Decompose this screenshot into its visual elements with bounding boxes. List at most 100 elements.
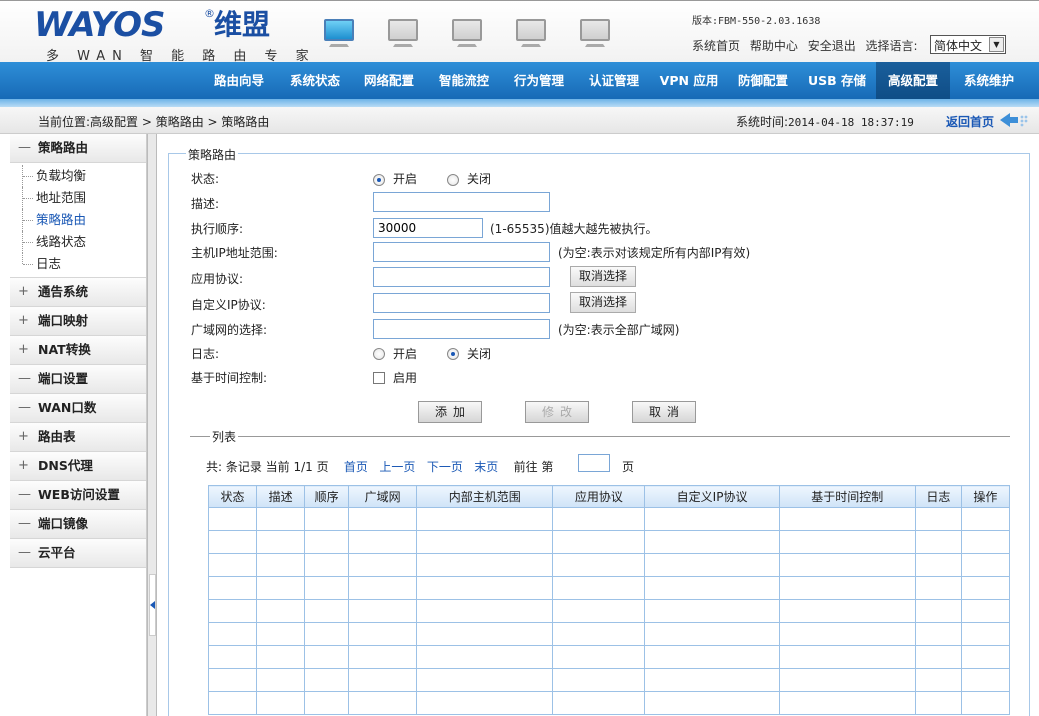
nav-item-system-maintenance[interactable]: 系统维护 — [950, 62, 1028, 99]
sidebar-section-label: 策略路由 — [38, 140, 89, 155]
prev-page-link[interactable]: 上一页 — [379, 460, 415, 474]
status-on-label: 开启 — [393, 172, 418, 186]
sidebar-section-policy-route[interactable]: — 策略路由 — [10, 134, 146, 163]
return-home-link[interactable]: 返回首页 — [946, 113, 994, 130]
order-hint: (1-65535)值越大越先被执行。 — [490, 222, 658, 236]
help-center-link[interactable]: 帮助中心 — [750, 39, 798, 53]
custom-protocol-input[interactable] — [373, 293, 550, 313]
monitor-icon[interactable] — [578, 19, 612, 51]
goto-label: 前往 第 — [513, 460, 554, 474]
sidebar-item-label: 线路状态 — [36, 234, 87, 249]
monitor-icon[interactable] — [514, 19, 548, 51]
last-page-link[interactable]: 末页 — [474, 460, 498, 474]
monitor-icon[interactable] — [450, 19, 484, 51]
nav-item-usb-storage[interactable]: USB 存储 — [800, 62, 874, 99]
left-edge — [0, 134, 10, 716]
sidebar-item-line-status[interactable]: 线路状态 — [10, 231, 146, 253]
nav-item-behavior-management[interactable]: 行为管理 — [502, 62, 576, 99]
order-input[interactable] — [373, 218, 483, 238]
dropdown-arrow-icon[interactable]: ▼ — [989, 37, 1004, 52]
nav-item-advanced-config[interactable]: 高级配置 — [876, 62, 950, 99]
column-header: 日志 — [914, 485, 962, 508]
description-input[interactable] — [373, 192, 550, 212]
language-select[interactable]: 简体中文 ▼ — [930, 35, 1006, 54]
sidebar-item-address-range[interactable]: 地址范围 — [10, 187, 146, 209]
monitor-icon[interactable] — [386, 19, 420, 51]
sidebar-section-wan-count[interactable]: — WAN口数 — [10, 394, 146, 423]
monitor-icon[interactable] — [322, 19, 356, 51]
list-divider — [190, 436, 1010, 437]
sidebar-section-dns-proxy[interactable]: + DNS代理 — [10, 452, 146, 481]
nav-item-network-config[interactable]: 网络配置 — [352, 62, 426, 99]
main-nav: 路由向导 系统状态 网络配置 智能流控 行为管理 认证管理 VPN 应用 防御配… — [0, 62, 1039, 99]
sidebar-splitter[interactable] — [147, 134, 157, 716]
top-links: 系统首页 帮助中心 安全退出 选择语言: — [692, 37, 924, 54]
sidebar-section-label: 通告系统 — [38, 284, 89, 299]
host-range-label: 主机IP地址范围: — [191, 246, 278, 260]
next-page-link[interactable]: 下一页 — [427, 460, 463, 474]
first-page-link[interactable]: 首页 — [344, 460, 368, 474]
system-home-link[interactable]: 系统首页 — [692, 39, 740, 53]
wan-select-label: 广域网的选择: — [191, 323, 268, 337]
sidebar-section-label: 路由表 — [38, 429, 76, 444]
sidebar-section-port-settings[interactable]: — 端口设置 — [10, 365, 146, 394]
sidebar-item-log[interactable]: 日志 — [10, 253, 146, 275]
app-protocol-label: 应用协议: — [191, 272, 244, 286]
sidebar-section-cloud[interactable]: — 云平台 — [10, 539, 146, 568]
status-off-radio[interactable] — [447, 174, 459, 186]
sidebar-item-load-balance[interactable]: 负载均衡 — [10, 165, 146, 187]
sidebar-section-route-table[interactable]: + 路由表 — [10, 423, 146, 452]
sidebar-toggle[interactable] — [149, 574, 156, 636]
log-off-radio[interactable] — [447, 348, 459, 360]
nav-item-system-status[interactable]: 系统状态 — [278, 62, 352, 99]
column-header: 描述 — [256, 485, 306, 508]
nav-item-defense-config[interactable]: 防御配置 — [726, 62, 800, 99]
system-time-value: 2014-04-18 18:37:19 — [788, 116, 914, 129]
sidebar-section-label: 端口映射 — [38, 313, 89, 328]
sidebar-section-notice-system[interactable]: + 通告系统 — [10, 278, 146, 307]
host-range-input[interactable] — [373, 242, 550, 262]
table-row — [207, 599, 1011, 623]
sidebar-section-label: DNS代理 — [38, 458, 93, 473]
return-arrow-icon[interactable] — [998, 111, 1030, 129]
arrow-left-icon — [150, 601, 155, 609]
sidebar-item-label: 地址范围 — [36, 190, 87, 205]
nav-item-auth-management[interactable]: 认证管理 — [576, 62, 652, 99]
page-suffix: 页 — [622, 460, 635, 474]
wan-select-input[interactable] — [373, 319, 550, 339]
goto-page-input[interactable] — [578, 454, 610, 472]
table-row — [207, 691, 1011, 715]
cancel-button[interactable]: 取消 — [632, 401, 696, 423]
sidebar-section-web-access[interactable]: — WEB访问设置 — [10, 481, 146, 510]
time-control-checkbox[interactable] — [373, 372, 385, 384]
log-on-radio[interactable] — [373, 348, 385, 360]
add-button[interactable]: 添加 — [418, 401, 482, 423]
app-protocol-input[interactable] — [373, 267, 550, 287]
sidebar: — 策略路由 负载均衡 地址范围 策略路由 线路状态 日志 + 通告系统 + 端口映射… — [10, 134, 147, 716]
version-label: 版本:FBM-550-2.03.1638 — [692, 16, 821, 27]
system-time: 系统时间:2014-04-18 18:37:19 — [736, 113, 914, 130]
breadcrumb: 当前位置:高级配置 > 策略路由 > 策略路由 — [38, 115, 270, 129]
status-on-radio[interactable] — [373, 174, 385, 186]
custom-protocol-cancel-button[interactable]: 取消选择 — [570, 292, 636, 313]
fieldset-legend: 策略路由 — [186, 146, 239, 163]
table-row — [207, 507, 1011, 531]
sidebar-section-nat[interactable]: + NAT转换 — [10, 336, 146, 365]
nav-item-flow-control[interactable]: 智能流控 — [426, 62, 502, 99]
safe-logout-link[interactable]: 安全退出 — [808, 39, 856, 53]
sidebar-item-policy-route[interactable]: 策略路由 — [10, 209, 146, 231]
sidebar-section-port-mirror[interactable]: — 端口镜像 — [10, 510, 146, 539]
modify-button[interactable]: 修改 — [525, 401, 589, 423]
app-protocol-cancel-button[interactable]: 取消选择 — [570, 266, 636, 287]
collapse-icon: — — [18, 140, 31, 155]
table-row — [207, 622, 1011, 646]
sidebar-section-label: WEB访问设置 — [38, 487, 120, 502]
page-root: WAYOS ® 维盟 多 WAN 智 能 路 由 专 家 版本:FBM-550-… — [0, 0, 1039, 716]
time-control-label: 基于时间控制: — [191, 371, 268, 385]
column-header: 操作 — [960, 485, 1011, 508]
nav-item-route-wizard[interactable]: 路由向导 — [200, 62, 278, 99]
nav-subbar — [0, 99, 1039, 107]
sidebar-section-port-mapping[interactable]: + 端口映射 — [10, 307, 146, 336]
wayos-logo[interactable]: WAYOS ® 维盟 多 WAN 智 能 路 由 专 家 — [34, 7, 309, 64]
nav-item-vpn[interactable]: VPN 应用 — [652, 62, 726, 99]
